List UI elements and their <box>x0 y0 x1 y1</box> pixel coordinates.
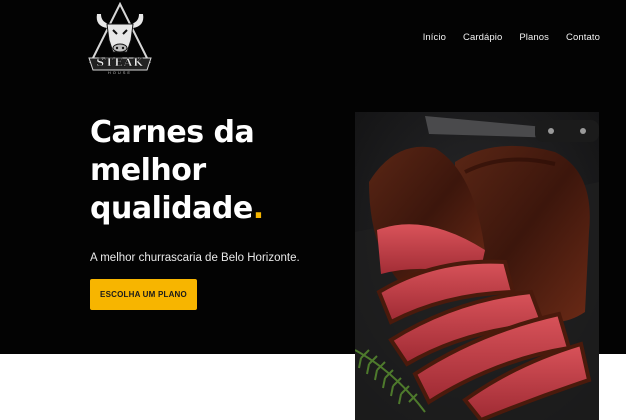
nav-link-contato[interactable]: Contato <box>566 32 600 43</box>
headline-line-1: Carnes da <box>90 115 255 150</box>
headline-line-3-text: qualidade <box>90 191 253 226</box>
choose-plan-button[interactable]: ESCOLHA UM PLANO <box>90 279 197 310</box>
nav-link-planos[interactable]: Planos <box>519 32 549 43</box>
hero-subtitle: A melhor churrascaria de Belo Horizonte. <box>90 252 300 264</box>
headline-line-2: melhor <box>90 153 206 188</box>
hero-headline: Carnes da melhor qualidade. <box>90 114 264 228</box>
brand-name: STEAK <box>96 56 144 69</box>
nav-link-inicio[interactable]: Início <box>423 32 446 43</box>
nav-link-cardapio[interactable]: Cardápio <box>463 32 502 43</box>
headline-accent-dot: . <box>252 191 264 226</box>
headline-line-3: qualidade. <box>90 190 264 228</box>
steak-photo <box>355 112 599 420</box>
brand-tagline: HOUSE <box>107 70 133 75</box>
main-nav: Início Cardápio Planos Contato <box>406 32 600 43</box>
